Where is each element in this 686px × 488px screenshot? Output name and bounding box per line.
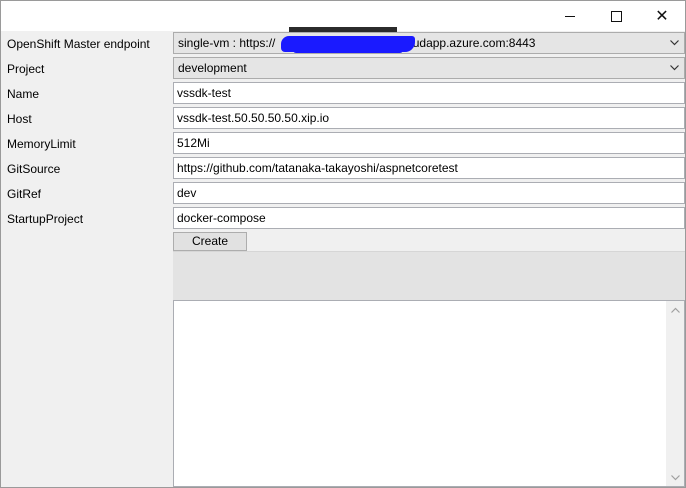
chevron-down-icon [670, 65, 679, 71]
minimize-icon [565, 15, 575, 17]
minimize-button[interactable] [547, 1, 593, 31]
close-icon: ✕ [655, 6, 669, 25]
name-input[interactable]: vssdk-test [173, 82, 685, 104]
git-source-label: GitSource [7, 162, 61, 176]
scroll-up-button[interactable] [667, 301, 684, 318]
close-button[interactable]: ✕ [639, 1, 685, 31]
host-input[interactable]: vssdk-test.50.50.50.50.xip.io [173, 107, 685, 129]
title-bar[interactable]: ✕ [1, 1, 685, 39]
status-panel [173, 251, 685, 300]
create-button[interactable]: Create [173, 232, 247, 251]
endpoint-select[interactable]: single-vm : https:// cloudapp.azure.com:8… [173, 32, 685, 54]
name-label: Name [7, 87, 40, 101]
memory-limit-input[interactable]: 512Mi [173, 132, 685, 154]
maximize-button[interactable] [593, 1, 639, 31]
endpoint-redaction-tail [293, 47, 403, 53]
chevron-up-icon [671, 307, 680, 313]
memory-limit-label: MemoryLimit [7, 137, 76, 151]
endpoint-suffix: cloudapp.azure.com:8443 [397, 36, 536, 50]
git-ref-input[interactable]: dev [173, 182, 685, 204]
git-source-input[interactable]: https://github.com/tatanaka-takayoshi/as… [173, 157, 685, 179]
endpoint-label: OpenShift Master endpoint [7, 37, 150, 51]
app-window: ✕ OpenShift Master endpoint Project Name… [0, 0, 686, 488]
host-label: Host [7, 112, 32, 126]
project-label: Project [7, 62, 45, 76]
vertical-scrollbar[interactable] [666, 301, 684, 486]
endpoint-prefix: single-vm : https:// [178, 36, 276, 50]
chevron-down-icon [671, 474, 680, 480]
startup-project-input[interactable]: docker-compose [173, 207, 685, 229]
project-value: development [178, 61, 247, 75]
chevron-down-icon [670, 40, 679, 46]
output-textbox[interactable] [173, 300, 685, 487]
startup-project-label: StartupProject [7, 212, 84, 226]
git-ref-label: GitRef [7, 187, 42, 201]
project-select[interactable]: development [173, 57, 685, 79]
scroll-down-button[interactable] [667, 469, 684, 486]
maximize-icon [610, 10, 622, 22]
